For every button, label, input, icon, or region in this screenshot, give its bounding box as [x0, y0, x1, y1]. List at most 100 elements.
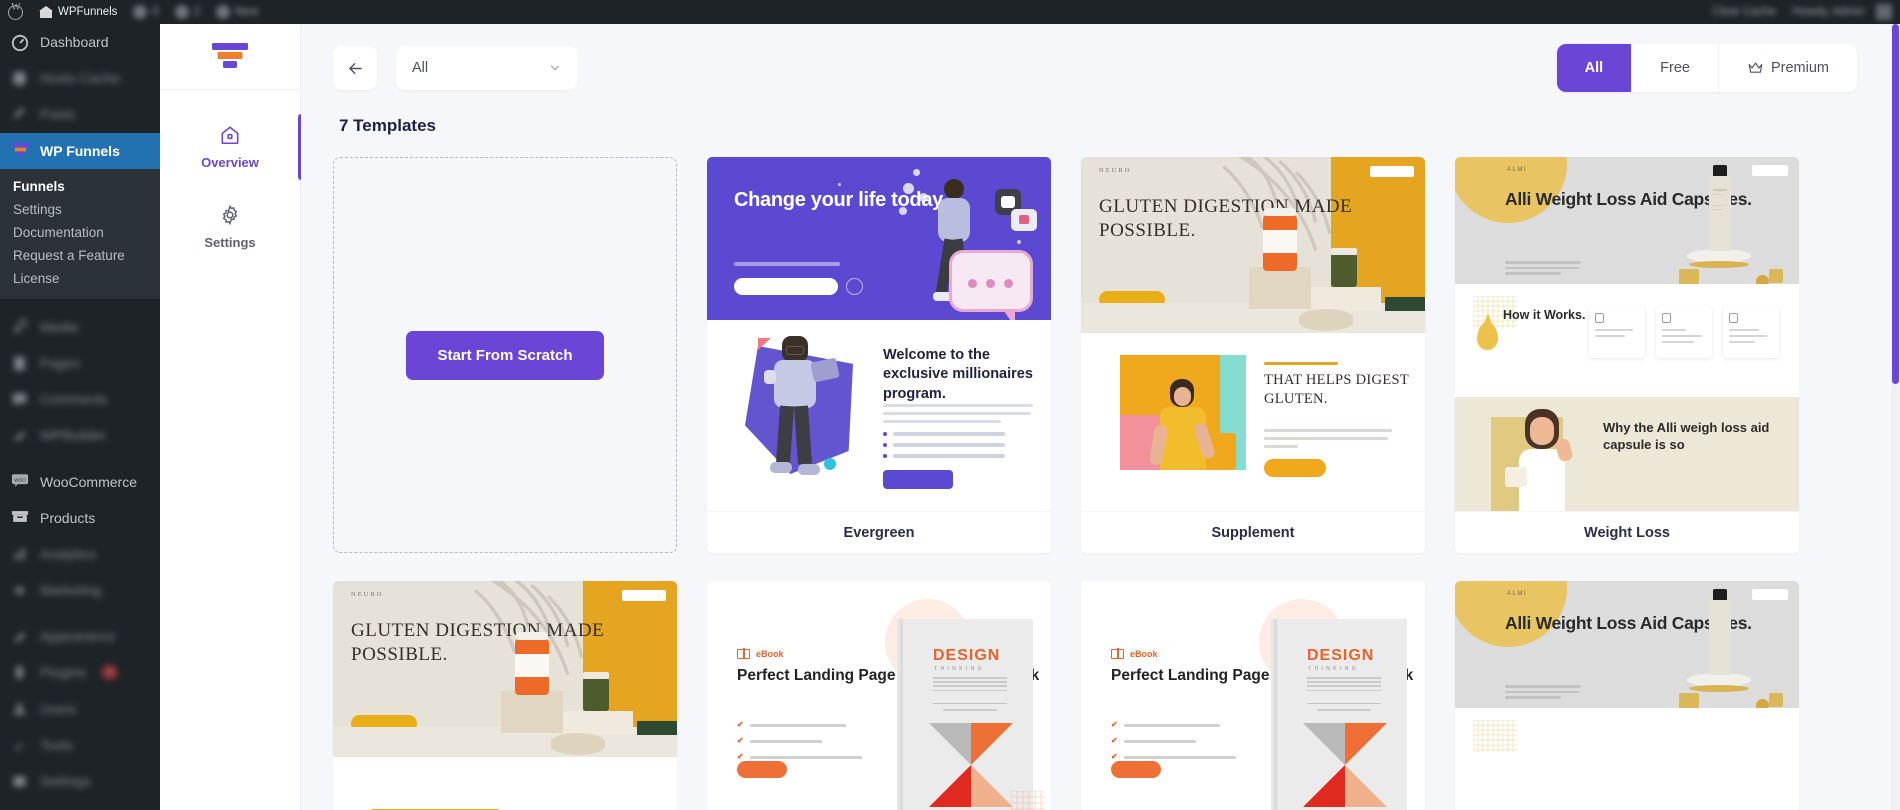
sidebar-item-wpbuilder[interactable]: WPBuilder	[0, 417, 160, 453]
home-icon	[221, 126, 239, 145]
admin-bar-extra-label: Clear Cache	[1712, 6, 1777, 18]
supplement-brand: NEURO	[1099, 167, 1132, 174]
sidebar-item-woocommerce[interactable]: WOO WooCommerce	[0, 464, 160, 500]
submenu-item-settings[interactable]: Settings	[0, 198, 160, 221]
plugins-update-badge: 3	[100, 665, 119, 681]
brand-logo[interactable]	[160, 24, 300, 90]
nav-item-overview[interactable]: Overview	[160, 90, 301, 180]
start-from-scratch-button[interactable]: Start From Scratch	[406, 330, 604, 380]
admin-bar-new[interactable]: New	[208, 0, 266, 24]
sidebar-item-posts[interactable]: Posts	[0, 96, 160, 132]
template-thumbnail: Change your life today. Welcome to the e…	[707, 157, 1051, 511]
back-button[interactable]	[333, 46, 377, 90]
wpfunnels-app: Overview Settings All All Free Premium 7…	[160, 24, 1900, 810]
sidebar-item-pages[interactable]: Pages	[0, 345, 160, 381]
tools-icon	[11, 736, 31, 753]
sidebar-item-label: Dashboard	[40, 34, 109, 50]
submenu-item-request-a-feature[interactable]: Request a Feature	[0, 244, 160, 267]
vertical-scrollbar[interactable]	[1891, 24, 1900, 810]
sidebar-item-marketing[interactable]: Marketing	[0, 572, 160, 608]
submenu-item-license[interactable]: License	[0, 267, 160, 290]
submenu-item-documentation[interactable]: Documentation	[0, 221, 160, 244]
sidebar-item-products[interactable]: Products	[0, 500, 160, 536]
sidebar-item-users[interactable]: Users	[0, 691, 160, 727]
sidebar-item-appearance[interactable]: Appearance	[0, 618, 160, 654]
ebook-preview-art: eBook Perfect Landing Page To Sell Your …	[707, 581, 1051, 810]
template-card-weight-loss-2[interactable]: ALMI Alli Weight Loss Aid Capsules.	[1455, 581, 1799, 810]
svg-text:WOO: WOO	[14, 477, 26, 482]
sidebar-item-settings[interactable]: Settings	[0, 763, 160, 799]
admin-bar-updates[interactable]: 2	[167, 0, 208, 24]
template-name: Weight Loss	[1455, 511, 1799, 553]
admin-bar-new-label: New	[235, 6, 259, 18]
template-card-supplement[interactable]: NEURO GLUTEN DIGESTION MADE POSSIBLE. TH…	[1081, 157, 1425, 553]
template-card-ebook-2[interactable]: eBook Perfect Landing Page To Sell Your …	[1081, 581, 1425, 810]
start-from-scratch-card[interactable]: Start From Scratch	[333, 157, 677, 553]
crown-icon	[1748, 62, 1763, 73]
filter-premium[interactable]: Premium	[1719, 44, 1857, 92]
supplement2-headline: GLUTEN DIGESTION MADE POSSIBLE.	[351, 620, 605, 665]
woocommerce-icon: WOO	[11, 473, 31, 490]
evergreen-preview-art: Change your life today. Welcome to the e…	[707, 157, 1051, 511]
template-card-weight-loss[interactable]: ALMI Alli Weight Loss Aid Capsules. How …	[1455, 157, 1799, 553]
template-card-supplement-2[interactable]: NEURO GLUTEN DIGESTION MADE POSSIBLE.	[333, 581, 677, 810]
admin-bar-extra[interactable]: Clear Cache	[1704, 0, 1784, 24]
sidebar-item-wp-funnels[interactable]: WP Funnels	[0, 132, 160, 169]
nav-item-settings[interactable]: Settings	[160, 170, 300, 250]
sidebar-item-label: Products	[40, 509, 96, 526]
sidebar-item-media[interactable]: Media	[0, 309, 160, 345]
template-card-ebook-1[interactable]: eBook Perfect Landing Page To Sell Your …	[707, 581, 1051, 810]
sidebar-item-tools[interactable]: Tools	[0, 727, 160, 763]
category-select[interactable]: All	[396, 46, 578, 90]
sidebar-divider	[0, 608, 160, 618]
template-thumbnail: NEURO GLUTEN DIGESTION MADE POSSIBLE.	[333, 581, 677, 810]
admin-bar-blurred-group[interactable]: 0	[125, 0, 166, 24]
wordpress-logo-icon	[8, 2, 23, 20]
sidebar-item-label: Comments	[40, 391, 108, 408]
templates-scroll-area[interactable]: 7 Templates Start From Scratch Change yo…	[301, 112, 1900, 810]
template-name: Evergreen	[707, 511, 1051, 553]
ebook-cover-sub: THINKING	[1308, 666, 1360, 672]
oil-drop-icon	[1477, 313, 1498, 350]
ebook-cover-sub: THINKING	[934, 666, 986, 672]
wp-logo-button[interactable]	[0, 0, 31, 24]
sidebar-item-label: Media	[40, 318, 79, 335]
sidebar-item-plugins[interactable]: Plugins 3	[0, 654, 160, 690]
comments-icon	[133, 5, 148, 19]
sidebar-item-label: Tools	[40, 736, 73, 753]
template-thumbnail: eBook Perfect Landing Page To Sell Your …	[1081, 581, 1425, 810]
sidebar-item-analytics[interactable]: Analytics	[0, 536, 160, 572]
ebook-eyebrow: eBook	[1130, 649, 1158, 659]
scrollbar-thumb[interactable]	[1892, 24, 1899, 384]
sidebar-item-label: Users	[40, 700, 77, 717]
filter-all[interactable]: All	[1556, 44, 1633, 92]
ebook-eyebrow: eBook	[756, 649, 784, 659]
submenu-item-funnels[interactable]: Funnels	[0, 175, 160, 198]
account-label: Howdy, Admin	[1792, 6, 1865, 18]
sidebar-item-comments[interactable]: Comments	[0, 381, 160, 417]
marketing-icon	[11, 582, 31, 599]
account-menu[interactable]: Howdy, Admin	[1784, 0, 1900, 24]
sidebar-divider	[0, 454, 160, 464]
plugin-nav: Overview Settings	[160, 24, 301, 810]
sidebar-item-label: Marketing	[40, 582, 102, 599]
wp-admin-bar: WPFunnels 0 2 New Clear Cache Howdy, Adm…	[0, 0, 1900, 24]
plugins-icon	[11, 664, 31, 681]
settings-icon	[11, 773, 31, 790]
sidebar-item-hosts-cache[interactable]: Hosts Cache	[0, 60, 160, 96]
weightloss-brand: ALMI	[1507, 167, 1528, 173]
sidebar-item-label: Posts	[40, 106, 76, 123]
site-name-button[interactable]: WPFunnels	[31, 0, 125, 24]
feature-card	[1656, 306, 1712, 358]
supplement2-preview-art: NEURO GLUTEN DIGESTION MADE POSSIBLE.	[333, 581, 677, 810]
weightloss-section-headline: How it Works.	[1503, 308, 1586, 322]
site-name-label: WPFunnels	[58, 6, 118, 18]
evergreen-headline: Change your life today.	[734, 189, 947, 211]
weightloss2-preview-art: ALMI Alli Weight Loss Aid Capsules.	[1455, 581, 1799, 810]
template-card-evergreen[interactable]: Change your life today. Welcome to the e…	[707, 157, 1051, 553]
sidebar-item-label: WP Funnels	[40, 142, 120, 159]
sidebar-item-label: Appearance	[40, 628, 116, 645]
sidebar-item-dashboard[interactable]: Dashboard	[0, 24, 160, 60]
weightloss-section-headline-2: Why the Alli weigh loss aid capsule is s…	[1603, 420, 1770, 453]
filter-free[interactable]: Free	[1632, 44, 1719, 92]
